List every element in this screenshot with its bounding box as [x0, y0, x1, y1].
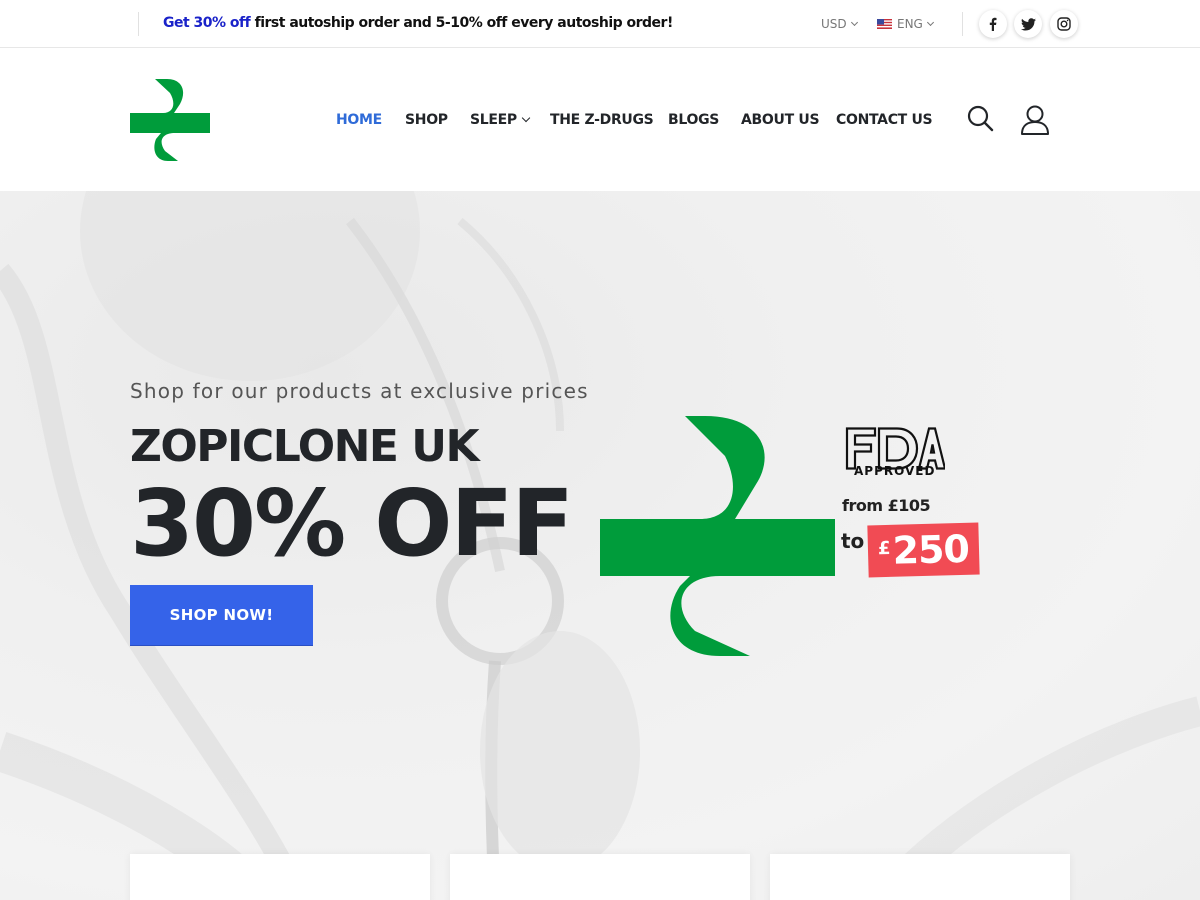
- hero-subtitle: Shop for our products at exclusive price…: [130, 379, 589, 403]
- nav-label: CONTACT US: [836, 112, 933, 128]
- nav-sleep[interactable]: SLEEP: [470, 112, 531, 128]
- divider: [138, 12, 139, 36]
- feature-card: [450, 854, 750, 900]
- price-badge: £250: [867, 522, 980, 578]
- nav-label: THE Z-DRUGS: [550, 112, 654, 128]
- currency-label: USD: [821, 17, 847, 31]
- language-label: ENG: [897, 17, 923, 31]
- chevron-down-icon: [926, 18, 934, 27]
- promo-banner: Get 30% off first autoship order and 5-1…: [163, 15, 673, 31]
- feature-card: [770, 854, 1070, 900]
- feature-card: [130, 854, 430, 900]
- divider: [962, 12, 963, 36]
- price-currency: £: [877, 537, 891, 559]
- instagram-icon[interactable]: [1050, 10, 1078, 38]
- price-to-label: to: [841, 529, 865, 553]
- language-selector[interactable]: ENG: [877, 17, 934, 31]
- promo-highlight: Get 30% off: [163, 15, 251, 31]
- chevron-down-icon: [850, 18, 858, 27]
- hero-offer: 30% OFF: [130, 470, 574, 577]
- hero-headline: ZOPICLONE UK: [130, 421, 480, 472]
- fda-approved-label: APPROVED: [854, 464, 936, 478]
- facebook-icon[interactable]: [979, 10, 1007, 38]
- nav-label: HOME: [336, 112, 382, 128]
- price-value: 250: [892, 526, 970, 573]
- nav-label: SLEEP: [470, 112, 517, 128]
- chevron-down-icon: [521, 113, 531, 123]
- top-bar: Get 30% off first autoship order and 5-1…: [0, 0, 1200, 48]
- nav-label: SHOP: [405, 112, 448, 128]
- currency-selector[interactable]: USD: [821, 17, 858, 31]
- main-header: HOME SHOP SLEEP THE Z-DRUGS BLOGS ABOUT …: [0, 49, 1200, 191]
- nav-about-us[interactable]: ABOUT US: [741, 112, 820, 128]
- nav-shop[interactable]: SHOP: [405, 112, 448, 128]
- nav-home[interactable]: HOME: [336, 112, 382, 128]
- shop-now-button[interactable]: SHOP NOW!: [130, 585, 313, 646]
- site-logo[interactable]: [130, 79, 210, 161]
- twitter-icon[interactable]: [1014, 10, 1042, 38]
- hero-banner: Shop for our products at exclusive price…: [0, 191, 1200, 900]
- us-flag-icon: [877, 19, 892, 29]
- pharmacy-cross-logo: [600, 416, 835, 656]
- price-from: from £105: [842, 496, 931, 515]
- promo-text: first autoship order and 5-10% off every…: [250, 15, 674, 31]
- nav-contact-us[interactable]: CONTACT US: [836, 112, 933, 128]
- shop-now-label: SHOP NOW!: [169, 606, 274, 624]
- user-icon[interactable]: [1019, 104, 1051, 140]
- nav-z-drugs[interactable]: THE Z-DRUGS: [550, 112, 654, 128]
- nav-blogs[interactable]: BLOGS: [668, 112, 719, 128]
- search-icon[interactable]: [967, 104, 995, 138]
- nav-label: ABOUT US: [741, 112, 820, 128]
- nav-label: BLOGS: [668, 112, 720, 128]
